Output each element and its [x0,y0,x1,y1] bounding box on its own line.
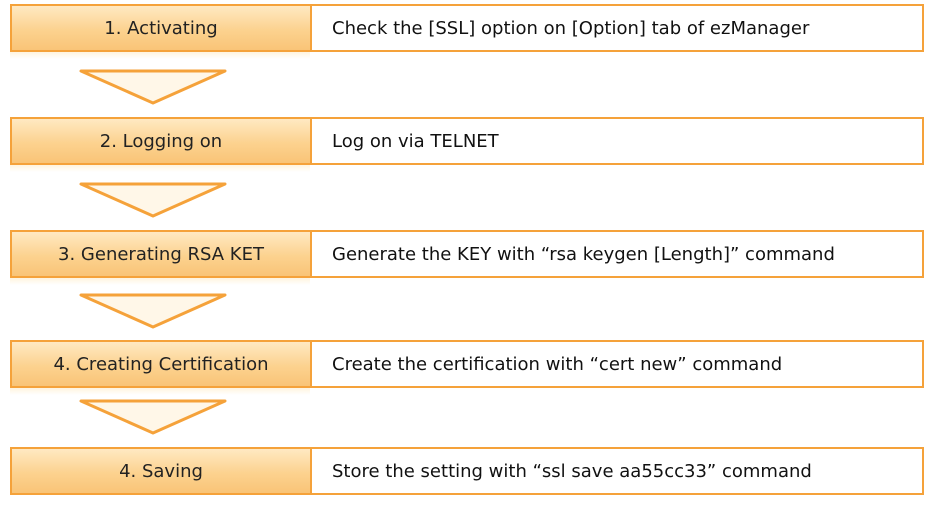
step-5: 4. Saving Store the setting with “ssl sa… [10,447,924,505]
step-4-label: 4. Creating Certification [12,342,312,386]
step-1-description: Check the [SSL] option on [Option] tab o… [332,17,810,39]
step-5-row: 4. Saving Store the setting with “ssl sa… [10,447,924,495]
down-arrow-icon [79,69,227,105]
step-3: 3. Generating RSA KET Generate the KEY w… [10,230,924,288]
step-3-row: 3. Generating RSA KET Generate the KEY w… [10,230,924,278]
step-3-shadow [10,278,310,285]
step-4-row: 4. Creating Certification Create the cer… [10,340,924,388]
down-arrow-icon [79,293,227,329]
step-5-label: 4. Saving [12,449,312,493]
step-2-row: 2. Logging on Log on via TELNET [10,117,924,165]
step-4-description: Create the certification with “cert new”… [332,353,783,375]
step-1-row: 1. Activating Check the [SSL] option on … [10,4,924,52]
step-4-shadow [10,388,310,395]
step-3-label: 3. Generating RSA KET [12,232,312,276]
step-1: 1. Activating Check the [SSL] option on … [10,4,924,62]
step-2-description: Log on via TELNET [332,130,499,152]
step-1-label: 1. Activating [12,6,312,50]
step-5-description: Store the setting with “ssl save aa55cc3… [332,460,812,482]
step-3-description: Generate the KEY with “rsa keygen [Lengt… [332,243,835,265]
step-2: 2. Logging on Log on via TELNET [10,117,924,175]
down-arrow-icon [79,399,227,435]
step-4: 4. Creating Certification Create the cer… [10,340,924,398]
step-1-shadow [10,52,310,59]
down-arrow-icon [79,182,227,218]
step-2-label: 2. Logging on [12,119,312,163]
step-2-shadow [10,165,310,172]
